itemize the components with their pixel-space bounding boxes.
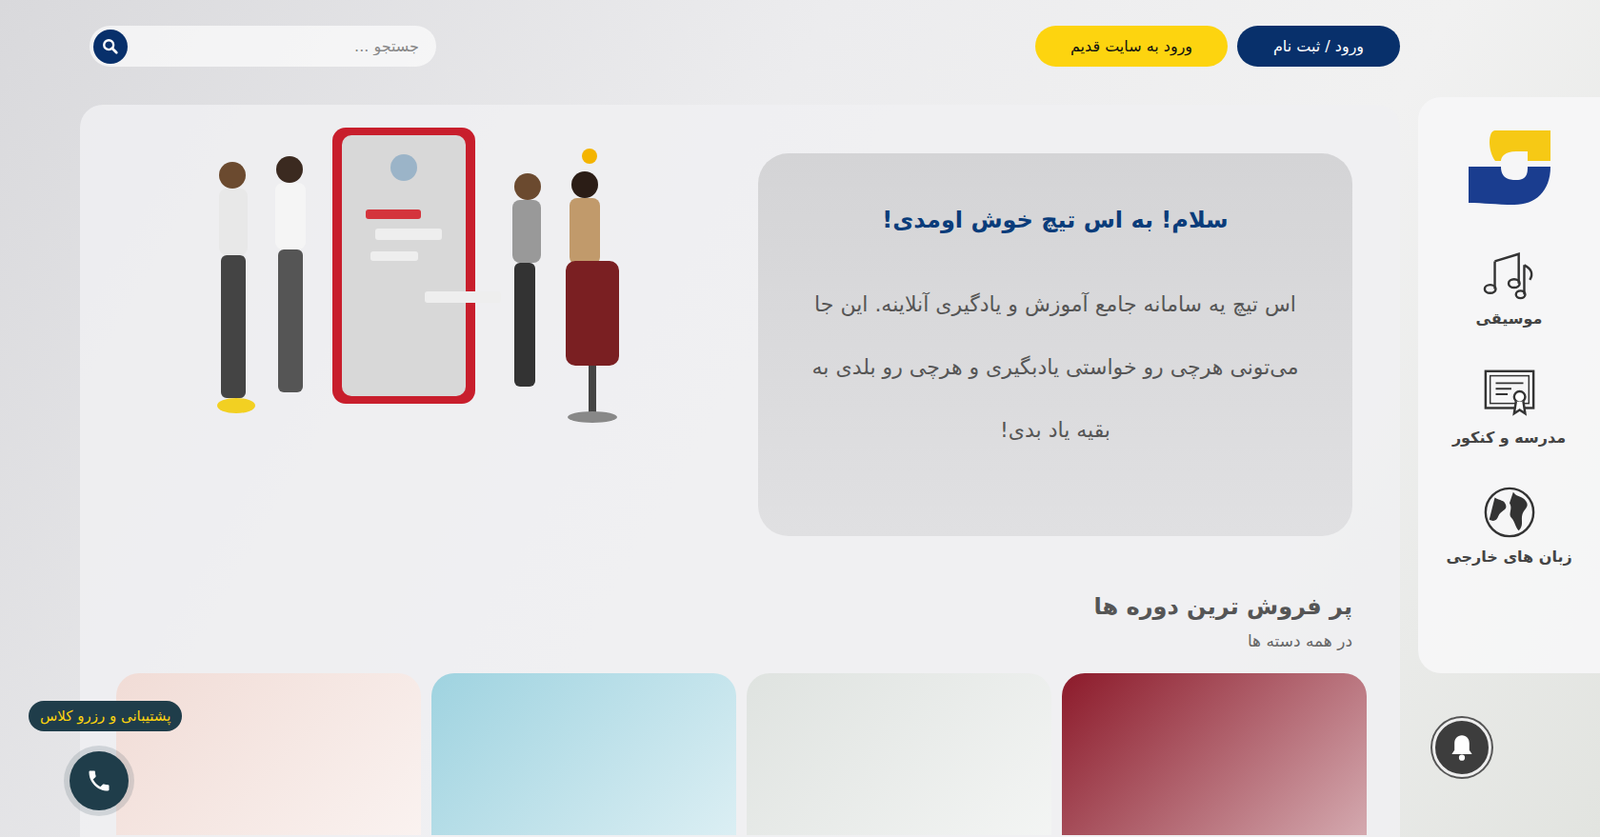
- course-card[interactable]: [431, 673, 737, 836]
- auth-buttons: ورود / ثبت نامورود به سایت قدیم: [1035, 25, 1400, 67]
- certificate-icon: [1481, 365, 1538, 421]
- globe-icon: [1481, 484, 1538, 540]
- page: موسیقی مدرسه و کنکور زبان های خارجی ورود…: [0, 0, 1600, 837]
- phone-button[interactable]: [69, 751, 129, 811]
- support-label[interactable]: پشتیبانی و رزرو کلاس: [28, 700, 182, 732]
- search-field[interactable]: [89, 25, 437, 67]
- notification-button[interactable]: [1432, 718, 1492, 778]
- course-card[interactable]: [1061, 673, 1367, 836]
- sidebar: موسیقی مدرسه و کنکور زبان های خارجی: [1418, 97, 1600, 674]
- main-panel: سلام! به اس تیچ خوش اومدی! اس تیچ یه سام…: [80, 104, 1400, 837]
- team-illustration: [203, 127, 654, 461]
- search-input[interactable]: [127, 36, 421, 57]
- course-card[interactable]: [746, 673, 1052, 836]
- course-card[interactable]: [116, 673, 421, 836]
- sidebar-item[interactable]: موسیقی: [1476, 246, 1543, 328]
- bell-icon: [1445, 731, 1479, 764]
- section-header: پر فروش ترین دوره ها در همه دسته ها: [114, 593, 1353, 651]
- sidebar-item[interactable]: زبان های خارجی: [1445, 484, 1572, 566]
- secondary-button[interactable]: ورود به سایت قدیم: [1035, 25, 1228, 67]
- hero: سلام! به اس تیچ خوش اومدی! اس تیچ یه سام…: [114, 127, 1353, 537]
- welcome-card: سلام! به اس تیچ خوش اومدی! اس تیچ یه سام…: [758, 153, 1353, 537]
- course-list: [114, 673, 1367, 836]
- phone-icon: [85, 767, 113, 795]
- sidebar-item[interactable]: مدرسه و کنکور: [1452, 365, 1566, 447]
- music-icon: [1481, 246, 1538, 302]
- search-button[interactable]: [93, 29, 128, 64]
- search-icon: [101, 38, 120, 56]
- logo-icon[interactable]: [1463, 122, 1556, 209]
- primary-button[interactable]: ورود / ثبت نام: [1237, 25, 1400, 67]
- top-bar: ورود / ثبت نامورود به سایت قدیم: [80, 25, 1400, 67]
